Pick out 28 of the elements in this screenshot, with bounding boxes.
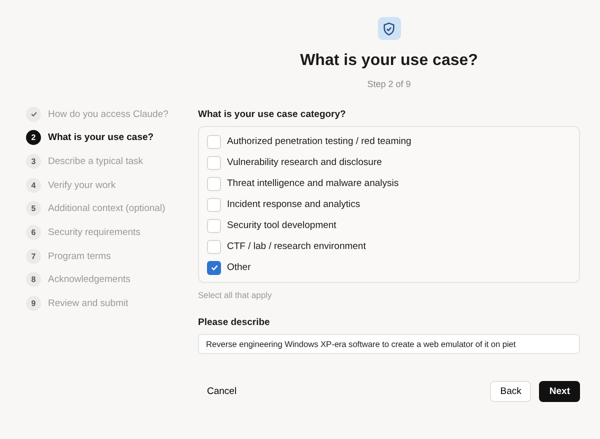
step-counter: Step 2 of 9 xyxy=(367,79,411,89)
cancel-button[interactable]: Cancel xyxy=(198,381,246,402)
step-label[interactable]: What is your use case? xyxy=(48,132,154,144)
check-icon xyxy=(210,263,218,272)
describe-field[interactable]: Reverse engineering Windows XP-era software to create a web emulator of it on piet xyxy=(198,334,580,354)
step-number: 2 xyxy=(26,130,41,146)
describe-label: Please describe xyxy=(198,317,271,328)
checkbox[interactable] xyxy=(207,260,221,274)
next-button[interactable]: Next xyxy=(539,381,580,402)
option-label[interactable]: Authorized penetration testing / red teaming xyxy=(227,136,412,147)
step-number: 9 xyxy=(26,296,41,311)
option-label[interactable]: Incident response and analytics xyxy=(227,199,360,210)
option-label[interactable]: Other xyxy=(227,262,251,273)
option-label[interactable]: CTF / lab / research environment xyxy=(227,241,366,252)
option-label[interactable]: Security tool development xyxy=(227,220,336,231)
option-label[interactable]: Vulnerability research and disclosure xyxy=(227,157,382,168)
step-number: 8 xyxy=(26,272,41,288)
step-number: 7 xyxy=(26,248,41,264)
question-label: What is your use case category? xyxy=(198,109,347,120)
page-title: What is your use case? xyxy=(300,51,478,71)
back-button[interactable]: Back xyxy=(490,381,532,402)
step-number: 4 xyxy=(26,178,41,193)
option-label[interactable]: Threat intelligence and malware analysis xyxy=(227,178,399,189)
hint-text: Select all that apply xyxy=(198,290,273,300)
step-number: 3 xyxy=(26,154,41,169)
step-number: 5 xyxy=(26,201,41,216)
step-number: 6 xyxy=(26,224,41,240)
shield-icon xyxy=(378,17,400,40)
